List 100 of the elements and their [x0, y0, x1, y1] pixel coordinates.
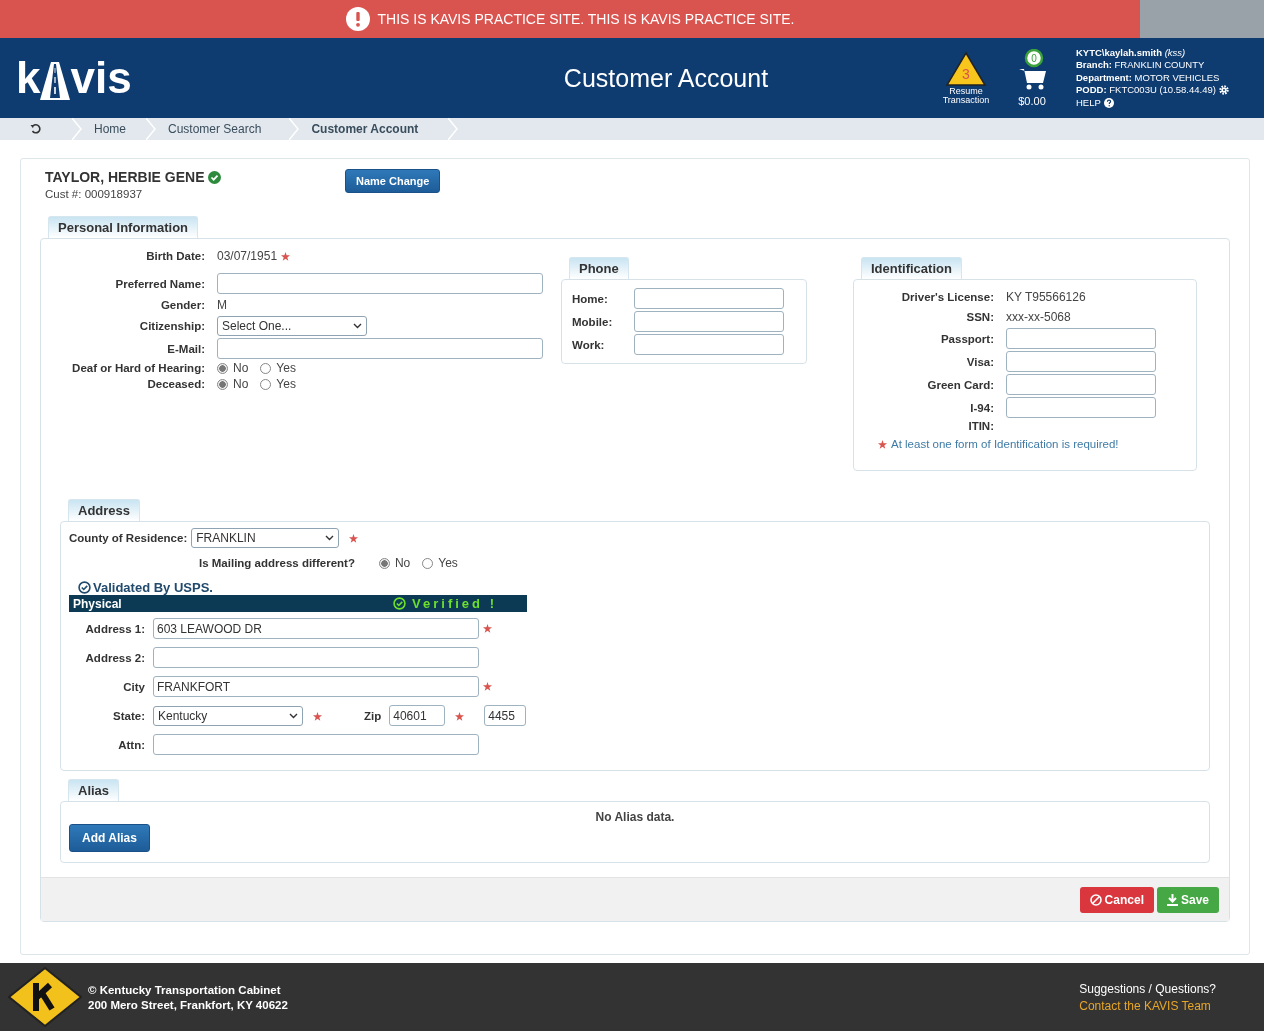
history-icon[interactable]	[30, 123, 42, 135]
field-value: 03/07/1951	[217, 249, 278, 263]
breadcrumb-separator	[72, 118, 82, 140]
chevron-icon	[353, 323, 362, 329]
road-icon	[40, 62, 71, 100]
download-icon	[1166, 893, 1178, 906]
field-label: I-94:	[969, 401, 994, 414]
field-label: Green Card:	[926, 378, 994, 391]
field-label: State:	[112, 709, 145, 722]
breadcrumb-separator	[448, 118, 459, 140]
text-field[interactable]: FRANKFORT	[153, 676, 479, 697]
chevron-icon	[289, 712, 298, 719]
field-label: Attn:	[117, 738, 145, 751]
field-label: Address 1:	[84, 622, 145, 635]
field-label: Deceased:	[146, 378, 205, 390]
field-label: County of Residence:	[69, 532, 188, 544]
user-info: Branch: FRANKLIN COUNTY	[1076, 59, 1205, 72]
field-label: Work:	[572, 338, 606, 351]
radio-option[interactable]: Yes	[260, 377, 296, 391]
field-label: Mobile:	[572, 315, 614, 328]
warning-triangle-icon: 3	[945, 51, 987, 87]
field-label: Birth Date:	[145, 250, 205, 262]
field-label: E-Mail:	[166, 342, 205, 355]
text-field[interactable]	[634, 311, 784, 332]
text-field[interactable]	[634, 288, 784, 309]
field-label: Passport:	[939, 332, 994, 345]
field-value: KY T95566126	[1006, 290, 1086, 304]
footer-text: © Kentucky Transportation Cabinet	[88, 983, 282, 996]
breadcrumb-link[interactable]: Customer Search	[156, 118, 290, 140]
logo-text: vis	[70, 56, 132, 100]
field-label: SSN:	[965, 311, 994, 323]
breadcrumb-link[interactable]: Customer Account	[299, 118, 449, 140]
user-info: PODD: FKTC003U (10.58.44.49)	[1076, 84, 1216, 97]
radio-option[interactable]: Yes	[260, 361, 296, 375]
dropdown[interactable]: Kentucky	[153, 705, 303, 726]
field-label: Gender:	[159, 299, 205, 311]
customer-number: Cust #: 000918937	[45, 188, 144, 200]
dropdown[interactable]: Select One...	[217, 316, 367, 336]
radio-option[interactable]: No	[217, 377, 249, 391]
field-label: City	[122, 680, 145, 693]
field-label: Driver's License:	[900, 291, 994, 303]
text-field[interactable]	[153, 734, 479, 755]
field-label: Visa:	[965, 355, 994, 368]
identification-note: At least one form of Identification is required!	[891, 438, 1119, 450]
help-link[interactable]: HELP	[1076, 96, 1101, 109]
verified-status: Verified !	[393, 596, 497, 611]
resume-transaction-button[interactable]: 3 Resume Transaction	[936, 51, 996, 105]
validation-message: Validated By USPS.	[93, 580, 213, 595]
field-label: Zip	[364, 709, 382, 722]
chevron-icon	[325, 535, 335, 541]
text-field[interactable]	[1006, 328, 1156, 349]
cancel-button[interactable]: Cancel	[1079, 886, 1154, 913]
required-icon	[878, 439, 887, 449]
footer-text: 200 Mero Street, Frankfort, KY 40622	[88, 998, 288, 1011]
text-field[interactable]	[1006, 374, 1156, 395]
field-label: ITIN:	[967, 420, 994, 432]
banner-text: THIS IS KAVIS PRACTICE SITE. THIS IS KAVIS PRACTICE SITE.	[377, 11, 795, 27]
text-field[interactable]	[634, 334, 784, 355]
radio-option[interactable]: No	[378, 556, 411, 570]
name-change-button[interactable]: Name Change	[345, 169, 441, 193]
field-label: Address 2:	[84, 651, 145, 664]
field-label: Preferred Name:	[114, 277, 205, 290]
radio-option[interactable]: Yes	[422, 556, 458, 570]
field-value: M	[217, 298, 227, 312]
zip-field[interactable]: 40601	[389, 705, 446, 726]
field-label: Is Mailing address different?	[199, 557, 355, 569]
text-field[interactable]	[217, 338, 543, 359]
text-field[interactable]: 603 LEAWOOD DR	[153, 618, 479, 639]
check-circle-icon	[78, 581, 91, 594]
ban-icon	[1089, 893, 1102, 906]
footer-question: Suggestions / Questions?	[1079, 981, 1216, 996]
alert-icon	[345, 7, 370, 31]
dropdown[interactable]: FRANKLIN	[191, 528, 340, 548]
page-title: Customer Account	[562, 63, 770, 93]
field-label: Citizenship:	[138, 320, 205, 332]
customer-name: TAYLOR, HERBIE GENE	[45, 169, 205, 185]
check-circle-icon	[393, 597, 407, 610]
breadcrumb-link[interactable]: Home	[82, 118, 146, 140]
help-icon[interactable]	[1103, 97, 1114, 108]
user-info: Department: MOTOR VEHICLES	[1076, 71, 1220, 85]
bar-title: Physical	[73, 596, 122, 611]
cart-button[interactable]: 0 $0.00	[1002, 49, 1062, 107]
field-label: Deaf or Hard of Hearing:	[71, 362, 205, 374]
radio-option[interactable]: No	[217, 361, 249, 375]
add-alias-button[interactable]: Add Alias	[69, 824, 150, 852]
empty-message: No Alias data.	[595, 810, 675, 824]
kytc-logo-icon	[8, 967, 82, 1027]
field-value: xxx-xx-5068	[1006, 310, 1071, 324]
breadcrumb-separator	[146, 118, 156, 140]
zip-extension-field[interactable]: 4455	[484, 705, 527, 726]
user-info: KYTC\kaylah.smith (kss)	[1076, 47, 1186, 60]
text-field[interactable]	[217, 273, 543, 294]
text-field[interactable]	[153, 647, 479, 668]
text-field[interactable]	[1006, 397, 1156, 418]
logo-text: k	[16, 56, 41, 100]
breadcrumb-separator	[289, 118, 300, 140]
text-field[interactable]	[1006, 351, 1156, 372]
field-label: Home:	[572, 292, 609, 305]
contact-link[interactable]: Contact the KAVIS Team	[1079, 998, 1216, 1013]
gear-icon[interactable]	[1218, 85, 1229, 96]
